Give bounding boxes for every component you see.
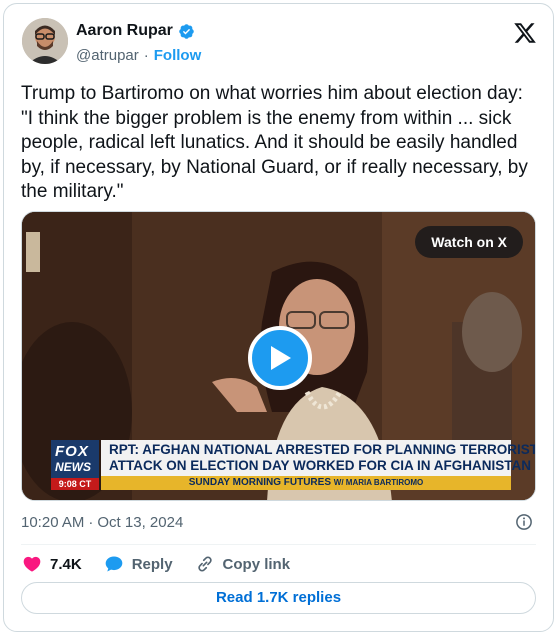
info-icon[interactable] [515,513,533,531]
program-name: SUNDAY MORNING FUTURES [188,477,331,488]
play-icon [271,346,291,370]
reply-button[interactable]: Reply [104,554,173,574]
network-logo: FOX NEWS 9:08 CT [51,440,99,490]
divider [21,544,536,545]
copy-link-label: Copy link [222,555,291,573]
author-name-row: Aaron Rupar [76,22,195,40]
tweet-date: Oct 13, 2024 [97,514,184,531]
chyron-headline: RPT: AFGHAN NATIONAL ARRESTED FOR PLANNI… [101,440,536,476]
action-bar: 7.4K Reply Copy link [22,552,312,576]
author-avatar[interactable] [22,18,68,64]
reply-bubble-icon [105,556,123,572]
program-host: W/ MARIA BARTIROMO [333,478,424,487]
x-logo-icon[interactable] [513,21,537,45]
author-handle-row: @atrupar · Follow [76,47,201,64]
heart-icon [23,556,41,572]
handle-separator: · [143,47,149,64]
network-name-top: FOX [55,443,89,460]
avatar-image [22,18,68,64]
watch-on-x-button[interactable]: Watch on X [415,226,523,258]
play-button[interactable] [248,326,312,390]
tweet-text: Trump to Bartiromo on what worries him a… [21,83,528,202]
link-icon [197,556,212,572]
tweet-timestamp[interactable]: 10:20 AM · Oct 13, 2024 [21,514,183,531]
headline-line-2: ATTACK ON ELECTION DAY WORKED FOR CIA IN… [109,458,531,473]
headline-line-1: RPT: AFGHAN NATIONAL ARRESTED FOR PLANNI… [109,442,536,457]
network-name-bottom: NEWS [55,460,91,474]
tweet-time: 10:20 AM [21,514,85,531]
copy-link-button[interactable]: Copy link [195,554,291,574]
timestamp-separator: · [88,514,94,531]
tweet-card: Aaron Rupar @atrupar · Follow Trump to B… [3,3,554,632]
follow-button[interactable]: Follow [154,47,202,64]
author-name[interactable]: Aaron Rupar [76,22,173,40]
program-bar: SUNDAY MORNING FUTURES W/ MARIA BARTIROM… [101,476,511,490]
broadcast-time: 9:08 CT [51,478,99,490]
like-button[interactable]: 7.4K [22,554,82,574]
reply-label: Reply [131,555,173,573]
author-handle[interactable]: @atrupar [76,47,139,64]
video-player[interactable]: Watch on X FOX NEWS 9:08 CT RPT: AFGHAN … [21,211,536,501]
verified-badge-icon [179,23,194,39]
read-replies-button[interactable]: Read 1.7K replies [21,582,536,614]
like-count: 7.4K [50,555,82,573]
